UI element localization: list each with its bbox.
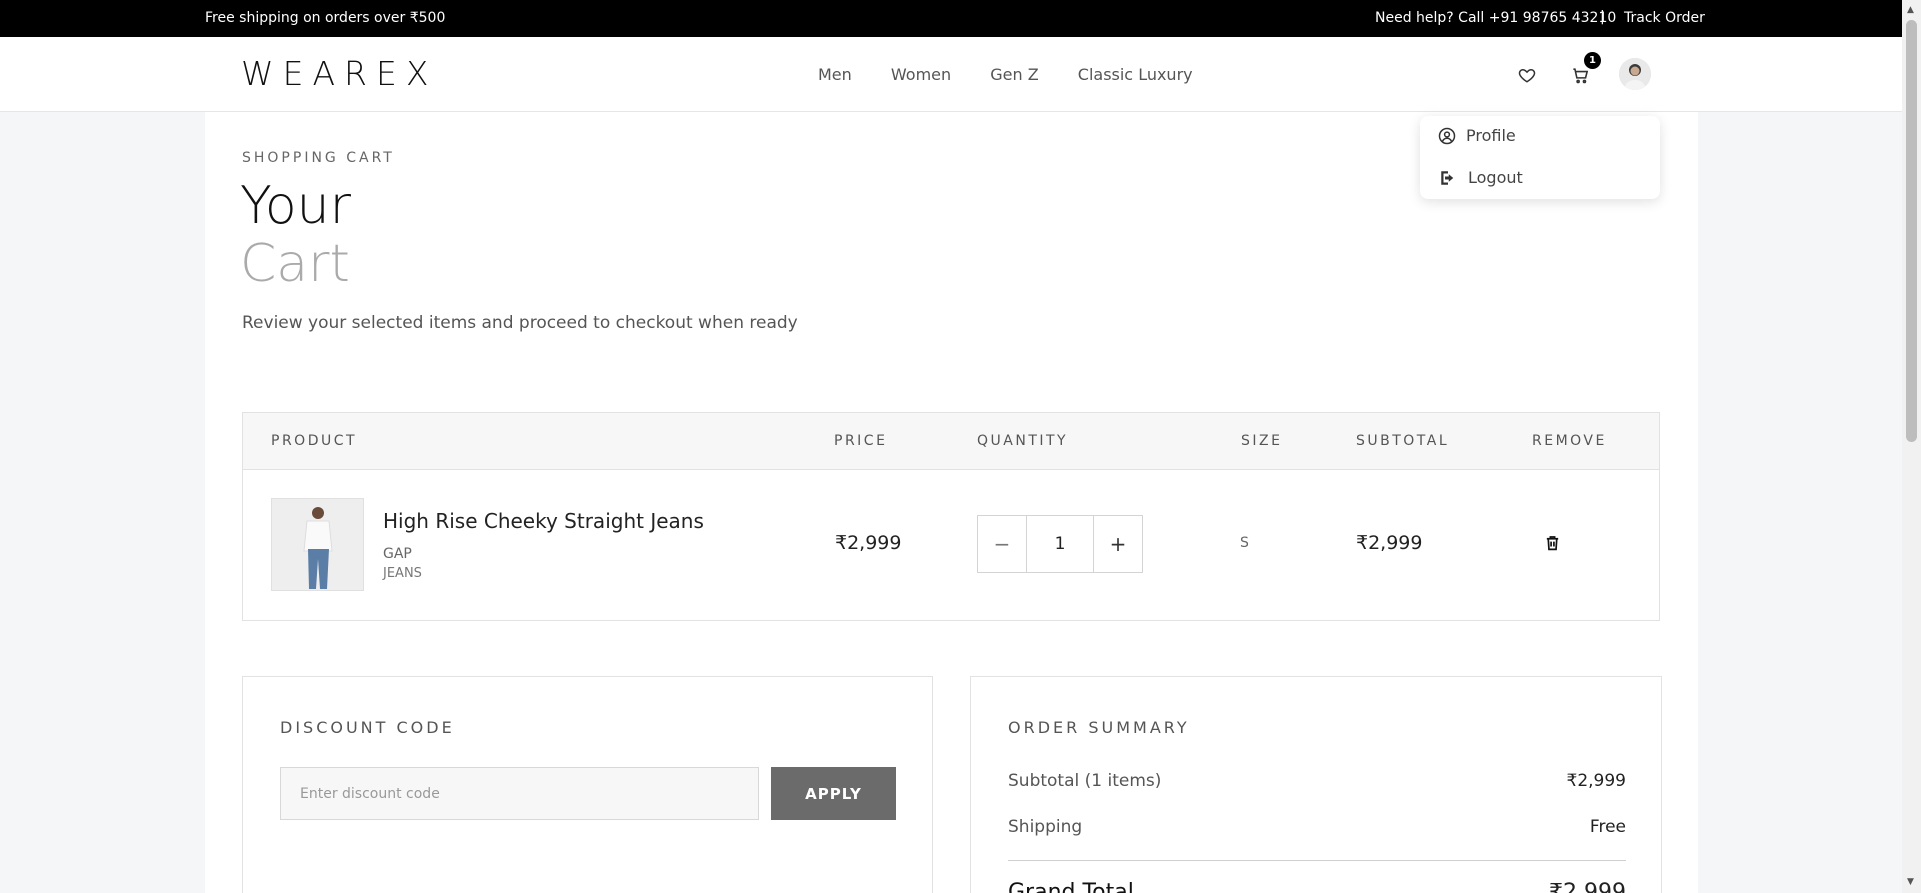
cart-count-badge: 1 xyxy=(1584,52,1601,69)
topbar-separator: | xyxy=(1600,9,1605,25)
page-eyebrow: SHOPPING CART xyxy=(242,150,395,166)
discount-panel: DISCOUNT CODE APPLY xyxy=(242,676,933,893)
trash-icon[interactable] xyxy=(1544,534,1561,556)
quantity-value[interactable]: 1 xyxy=(1026,516,1094,572)
summary-shipping-value: Free xyxy=(1589,817,1626,837)
discount-title: DISCOUNT CODE xyxy=(280,718,455,737)
summary-title: ORDER SUMMARY xyxy=(1008,718,1190,737)
discount-code-input[interactable] xyxy=(280,767,759,820)
cart-table: PRODUCT PRICE QUANTITY SIZE SUBTOTAL REM… xyxy=(242,412,1660,621)
decrement-button[interactable]: − xyxy=(978,516,1026,572)
scroll-down-arrow-icon[interactable]: ▼ xyxy=(1907,877,1914,887)
summary-divider xyxy=(1008,860,1626,861)
grand-total-label: Grand Total xyxy=(1008,880,1134,893)
scroll-thumb[interactable] xyxy=(1906,20,1917,442)
nav-women[interactable]: Women xyxy=(891,65,951,84)
help-phone: Need help? Call +91 98765 43210 xyxy=(1375,10,1617,26)
product-brand: GAP xyxy=(383,546,412,562)
summary-subtotal-row: Subtotal (1 items) ₹2,999 xyxy=(1008,771,1626,791)
summary-subtotal-label: Subtotal (1 items) xyxy=(1008,771,1162,791)
user-circle-icon xyxy=(1438,127,1456,144)
header-subtotal: SUBTOTAL xyxy=(1356,433,1450,449)
menu-item-logout-label: Logout xyxy=(1468,168,1523,187)
wishlist-heart-icon[interactable] xyxy=(1515,63,1539,87)
page-scrollbar[interactable]: ▲ ▼ xyxy=(1902,0,1921,893)
cart-table-header: PRODUCT PRICE QUANTITY SIZE SUBTOTAL REM… xyxy=(243,413,1659,470)
summary-shipping-row: Shipping Free xyxy=(1008,817,1626,837)
page-title-line1: Your xyxy=(240,176,352,236)
grand-total-value: ₹2,999 xyxy=(1549,880,1626,893)
header-remove: REMOVE xyxy=(1532,433,1607,449)
shipping-promo: Free shipping on orders over ₹500 xyxy=(205,10,446,26)
product-size: S xyxy=(1240,535,1249,551)
summary-subtotal-value: ₹2,999 xyxy=(1566,771,1626,791)
row-subtotal: ₹2,999 xyxy=(1356,532,1423,554)
site-header: WEAREX Men Women Gen Z Classic Luxury 1 xyxy=(0,37,1902,112)
nav-classic-luxury[interactable]: Classic Luxury xyxy=(1078,65,1193,84)
main-nav: Men Women Gen Z Classic Luxury xyxy=(818,65,1227,84)
header-quantity: QUANTITY xyxy=(977,433,1069,449)
brand-logo[interactable]: WEAREX xyxy=(241,54,437,93)
header-price: PRICE xyxy=(834,433,888,449)
track-order-link[interactable]: Track Order xyxy=(1624,10,1705,26)
user-dropdown-menu: Profile Logout xyxy=(1420,116,1660,199)
page-title-line2: Cart xyxy=(240,234,350,294)
product-price: ₹2,999 xyxy=(835,532,902,554)
header-size: SIZE xyxy=(1241,433,1283,449)
header-product: PRODUCT xyxy=(271,433,358,449)
apply-button[interactable]: APPLY xyxy=(771,767,896,820)
nav-gen-z[interactable]: Gen Z xyxy=(990,65,1038,84)
summary-grand-total-row: Grand Total ₹2,999 xyxy=(1008,880,1626,893)
product-category: JEANS xyxy=(383,566,422,581)
logout-icon xyxy=(1441,170,1454,185)
product-name[interactable]: High Rise Cheeky Straight Jeans xyxy=(383,509,704,533)
menu-item-profile[interactable]: Profile xyxy=(1438,126,1516,145)
menu-item-logout[interactable]: Logout xyxy=(1438,168,1523,187)
order-summary-panel: ORDER SUMMARY Subtotal (1 items) ₹2,999 … xyxy=(970,676,1662,893)
increment-button[interactable]: + xyxy=(1094,516,1142,572)
announcement-bar: Free shipping on orders over ₹500 Need h… xyxy=(0,0,1902,37)
summary-shipping-label: Shipping xyxy=(1008,817,1083,837)
product-image[interactable] xyxy=(271,498,364,591)
menu-item-profile-label: Profile xyxy=(1466,126,1516,145)
nav-men[interactable]: Men xyxy=(818,65,852,84)
quantity-stepper: − 1 + xyxy=(977,515,1143,573)
scroll-up-arrow-icon[interactable]: ▲ xyxy=(1907,5,1914,15)
page-subtitle: Review your selected items and proceed t… xyxy=(242,313,798,333)
avatar[interactable] xyxy=(1619,58,1651,90)
